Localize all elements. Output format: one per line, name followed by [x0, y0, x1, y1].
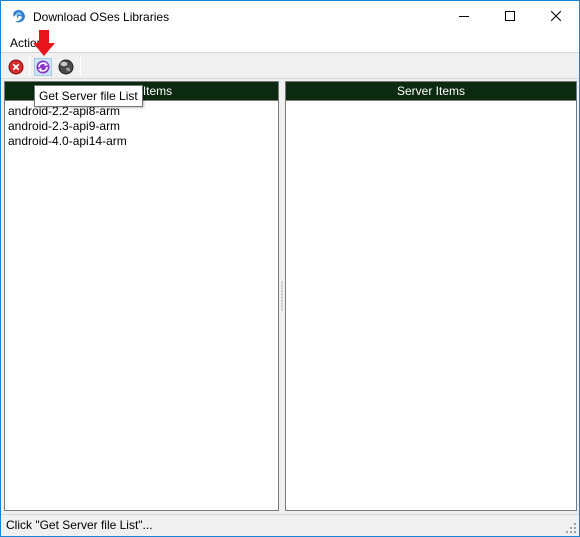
maximize-icon [505, 10, 515, 24]
local-items-list[interactable]: android-2.2-api8-arm android-2.3-api9-ar… [5, 101, 278, 149]
stop-icon [7, 59, 25, 79]
maximize-button[interactable] [487, 1, 533, 33]
server-items-list[interactable] [286, 101, 576, 104]
refresh-icon [33, 57, 53, 79]
globe-icon [57, 59, 75, 79]
toolbar-separator [29, 57, 30, 76]
title-bar[interactable]: Download OSes Libraries [1, 1, 579, 33]
status-text: Click "Get Server file List"... [6, 518, 153, 532]
red-arrow-icon [33, 30, 55, 56]
splitter-handle[interactable] [281, 281, 283, 311]
resize-grip-icon[interactable] [565, 522, 577, 534]
app-window: Download OSes Libraries Action Items and… [0, 0, 580, 537]
get-server-file-list-button[interactable] [33, 57, 53, 79]
status-bar: Click "Get Server file List"... [1, 514, 579, 536]
minimize-button[interactable] [441, 1, 487, 33]
close-icon [550, 10, 562, 24]
menu-bar: Action [1, 33, 579, 53]
app-swirl-icon [11, 9, 27, 25]
close-button[interactable] [533, 1, 579, 33]
list-item[interactable]: android-2.3-api9-arm [8, 119, 278, 134]
tooltip: Get Server file List [34, 85, 143, 107]
toolbar-separator [80, 57, 81, 76]
server-items-panel: Server Items [285, 81, 577, 511]
window-title: Download OSes Libraries [33, 10, 170, 24]
toolbar [1, 54, 579, 79]
list-item[interactable]: android-4.0-api14-arm [8, 134, 278, 149]
minimize-icon [459, 10, 469, 24]
server-items-header[interactable]: Server Items [286, 82, 576, 101]
globe-button[interactable] [57, 58, 75, 76]
local-items-panel: Local Items android-2.2-api8-arm android… [4, 81, 279, 511]
stop-button[interactable] [7, 58, 25, 76]
